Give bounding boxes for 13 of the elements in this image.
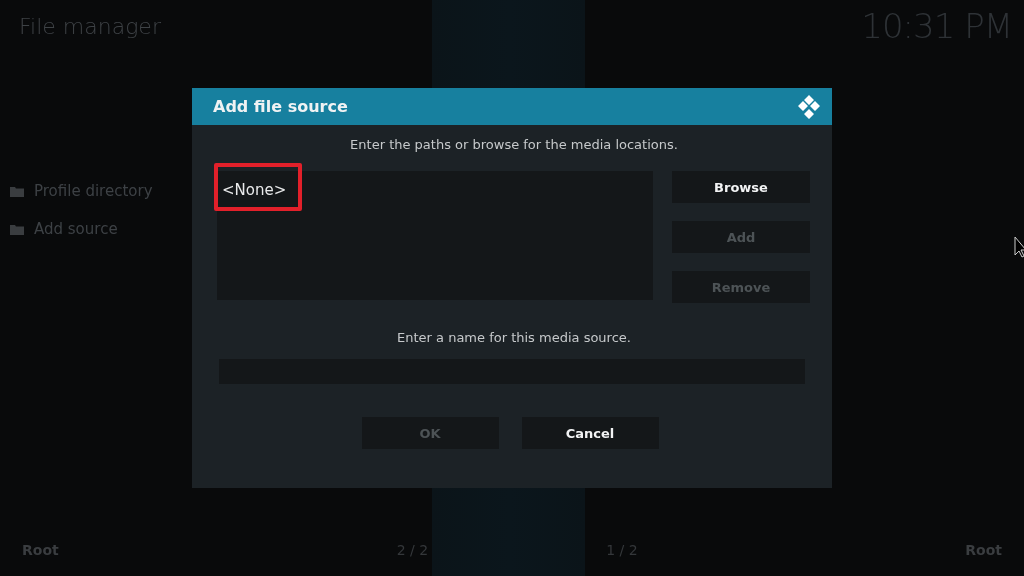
source-item[interactable]: Add source [34,220,118,238]
folder-icon [10,223,24,235]
diamond-logo-icon [796,93,822,120]
path-item[interactable]: <None> [222,181,287,199]
cursor-icon [1014,236,1024,258]
dialog-title: Add file source [213,97,348,116]
folder-icon [10,185,24,197]
page-title: File manager [19,13,161,39]
name-prompt: Enter a name for this media source. [397,330,631,345]
paths-prompt: Enter the paths or browse for the media locations. [350,137,678,152]
source-item[interactable]: Profile directory [34,182,153,200]
side-button[interactable]: Browse [672,171,810,203]
dialog-button[interactable]: Cancel [521,417,659,449]
